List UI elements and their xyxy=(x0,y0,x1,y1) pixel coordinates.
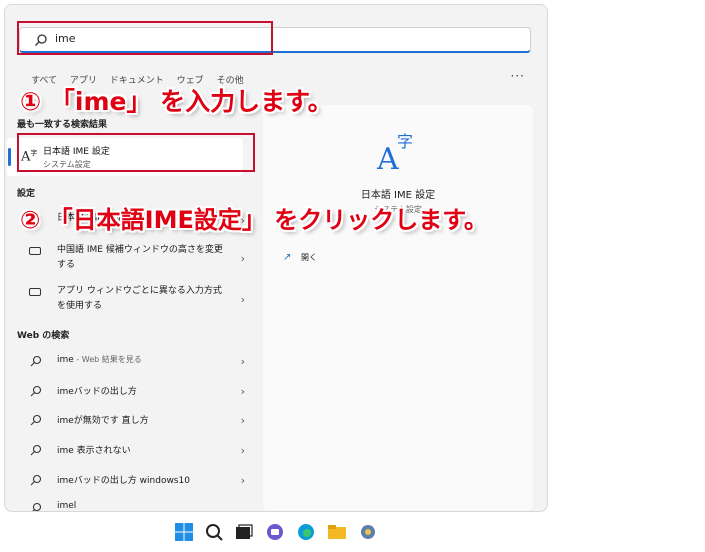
settings-app-icon[interactable] xyxy=(358,522,378,542)
start-search-panel: ime すべて アプリ ドキュメント ウェブ その他 ··· 最も一致する検索結… xyxy=(4,4,548,512)
web-result-label: imeバッドの出し方 xyxy=(57,387,137,397)
settings-item-candidate-window[interactable]: 中国語 IME 候補ウィンドウの高さを変更する › xyxy=(23,243,255,275)
search-icon xyxy=(30,414,42,426)
settings-item-label: 中国語 IME 候補ウィンドウの高さを変更する xyxy=(57,245,223,270)
highlight-box-best-match xyxy=(17,133,255,172)
chevron-right-icon: › xyxy=(240,414,245,427)
web-result-label: imeバッドの出し方 windows10 xyxy=(57,476,190,486)
web-result-item[interactable]: imeバッドの出し方 › xyxy=(23,382,255,402)
chat-icon[interactable] xyxy=(265,522,285,542)
more-options-button[interactable]: ··· xyxy=(511,69,525,83)
web-result-label: imeが無効です 直し方 xyxy=(57,416,149,426)
chevron-right-icon: › xyxy=(240,474,245,487)
search-icon[interactable] xyxy=(204,522,224,542)
ime-settings-icon: A 字 xyxy=(376,132,413,173)
selection-indicator xyxy=(8,148,11,166)
highlight-box-search xyxy=(17,21,273,55)
web-result-label: ime 表示されない xyxy=(57,446,131,456)
web-result-suffix: - Web 結果を見る xyxy=(73,355,142,364)
open-label: 開く xyxy=(301,253,317,262)
search-icon xyxy=(30,385,42,397)
web-result-item[interactable]: ime 表示されない › xyxy=(23,441,255,461)
chevron-right-icon: › xyxy=(240,293,245,306)
windows-start-icon[interactable] xyxy=(174,522,194,542)
settings-heading: 設定 xyxy=(17,189,36,199)
open-external-icon: ↗ xyxy=(283,252,292,263)
detail-pane: A 字 日本語 IME 設定 システム設定 ↗ 開く xyxy=(263,105,533,511)
keyboard-icon xyxy=(29,288,41,296)
svg-text:字: 字 xyxy=(397,132,413,151)
chevron-right-icon: › xyxy=(240,385,245,398)
search-icon xyxy=(30,355,42,367)
edge-browser-icon[interactable] xyxy=(296,522,316,542)
settings-item-label: アプリ ウィンドウごとに異なる入力方式を使用する xyxy=(57,286,222,311)
task-view-icon[interactable] xyxy=(234,522,254,542)
best-match-heading: 最も一致する検索結果 xyxy=(17,120,108,130)
web-result-item[interactable]: imel xyxy=(23,499,255,511)
open-button[interactable]: ↗ 開く xyxy=(283,252,317,263)
web-result-item[interactable]: imeバッドの出し方 windows10 › xyxy=(23,471,255,491)
search-icon xyxy=(30,474,42,486)
file-explorer-icon[interactable] xyxy=(327,522,347,542)
taskbar xyxy=(0,512,705,552)
detail-title: 日本語 IME 設定 xyxy=(360,190,436,201)
annotation-step-2: ② 「日本語IME設定」 をクリックします。 xyxy=(20,206,488,234)
web-result-item[interactable]: imeが無効です 直し方 › xyxy=(23,411,255,431)
settings-item-input-method[interactable]: アプリ ウィンドウごとに異なる入力方式を使用する › xyxy=(23,284,255,316)
chevron-right-icon: › xyxy=(240,355,245,368)
svg-text:A: A xyxy=(376,142,399,173)
search-icon xyxy=(32,502,42,511)
search-icon xyxy=(30,444,42,456)
web-search-heading: Web の検索 xyxy=(17,331,70,341)
web-result-label: ime xyxy=(57,355,74,365)
annotation-step-1: ① 「ime」 を入力します。 xyxy=(20,87,333,116)
keyboard-icon xyxy=(29,247,41,255)
web-result-label: imel xyxy=(57,501,77,511)
web-result-item[interactable]: ime - Web 結果を見る › xyxy=(23,352,255,372)
chevron-right-icon: › xyxy=(240,252,245,265)
chevron-right-icon: › xyxy=(240,444,245,457)
